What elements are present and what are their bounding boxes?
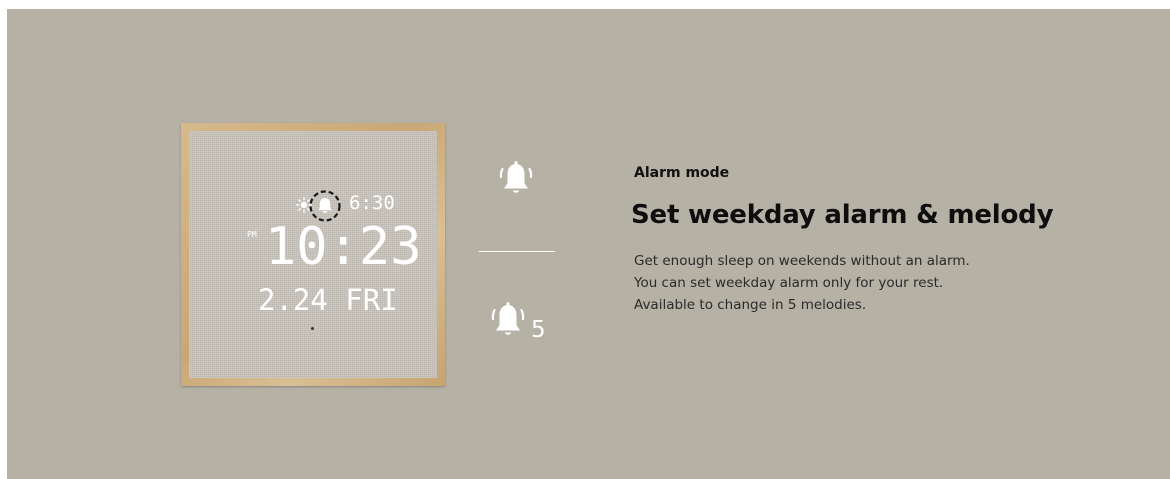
clock-face: 6:30 PM 10:23 2.24 FRI xyxy=(189,131,437,378)
clock-sensor-dot xyxy=(311,327,314,330)
alarm-time-readout: 6:30 xyxy=(349,192,395,214)
clock-date-readout: 2.24 FRI xyxy=(258,283,398,317)
alarm-bell-ringing-icon xyxy=(499,161,533,193)
pm-indicator: PM xyxy=(247,230,257,239)
icon-divider xyxy=(479,251,555,252)
section-eyebrow: Alarm mode xyxy=(634,165,730,181)
melody-count: 5 xyxy=(531,317,546,343)
clock-time-readout: 10:23 xyxy=(265,217,422,277)
section-headline: Set weekday alarm & melody xyxy=(631,200,1054,230)
alarm-bell-small-icon xyxy=(318,198,332,211)
description-line: Get enough sleep on weekends without an … xyxy=(634,253,970,269)
clock-frame: 6:30 PM 10:23 2.24 FRI xyxy=(181,123,445,386)
alarm-bell-melody-icon xyxy=(491,302,525,335)
section-description: Get enough sleep on weekends without an … xyxy=(634,250,970,316)
description-line: Available to change in 5 melodies. xyxy=(634,297,867,313)
description-line: You can set weekday alarm only for your … xyxy=(634,275,944,291)
